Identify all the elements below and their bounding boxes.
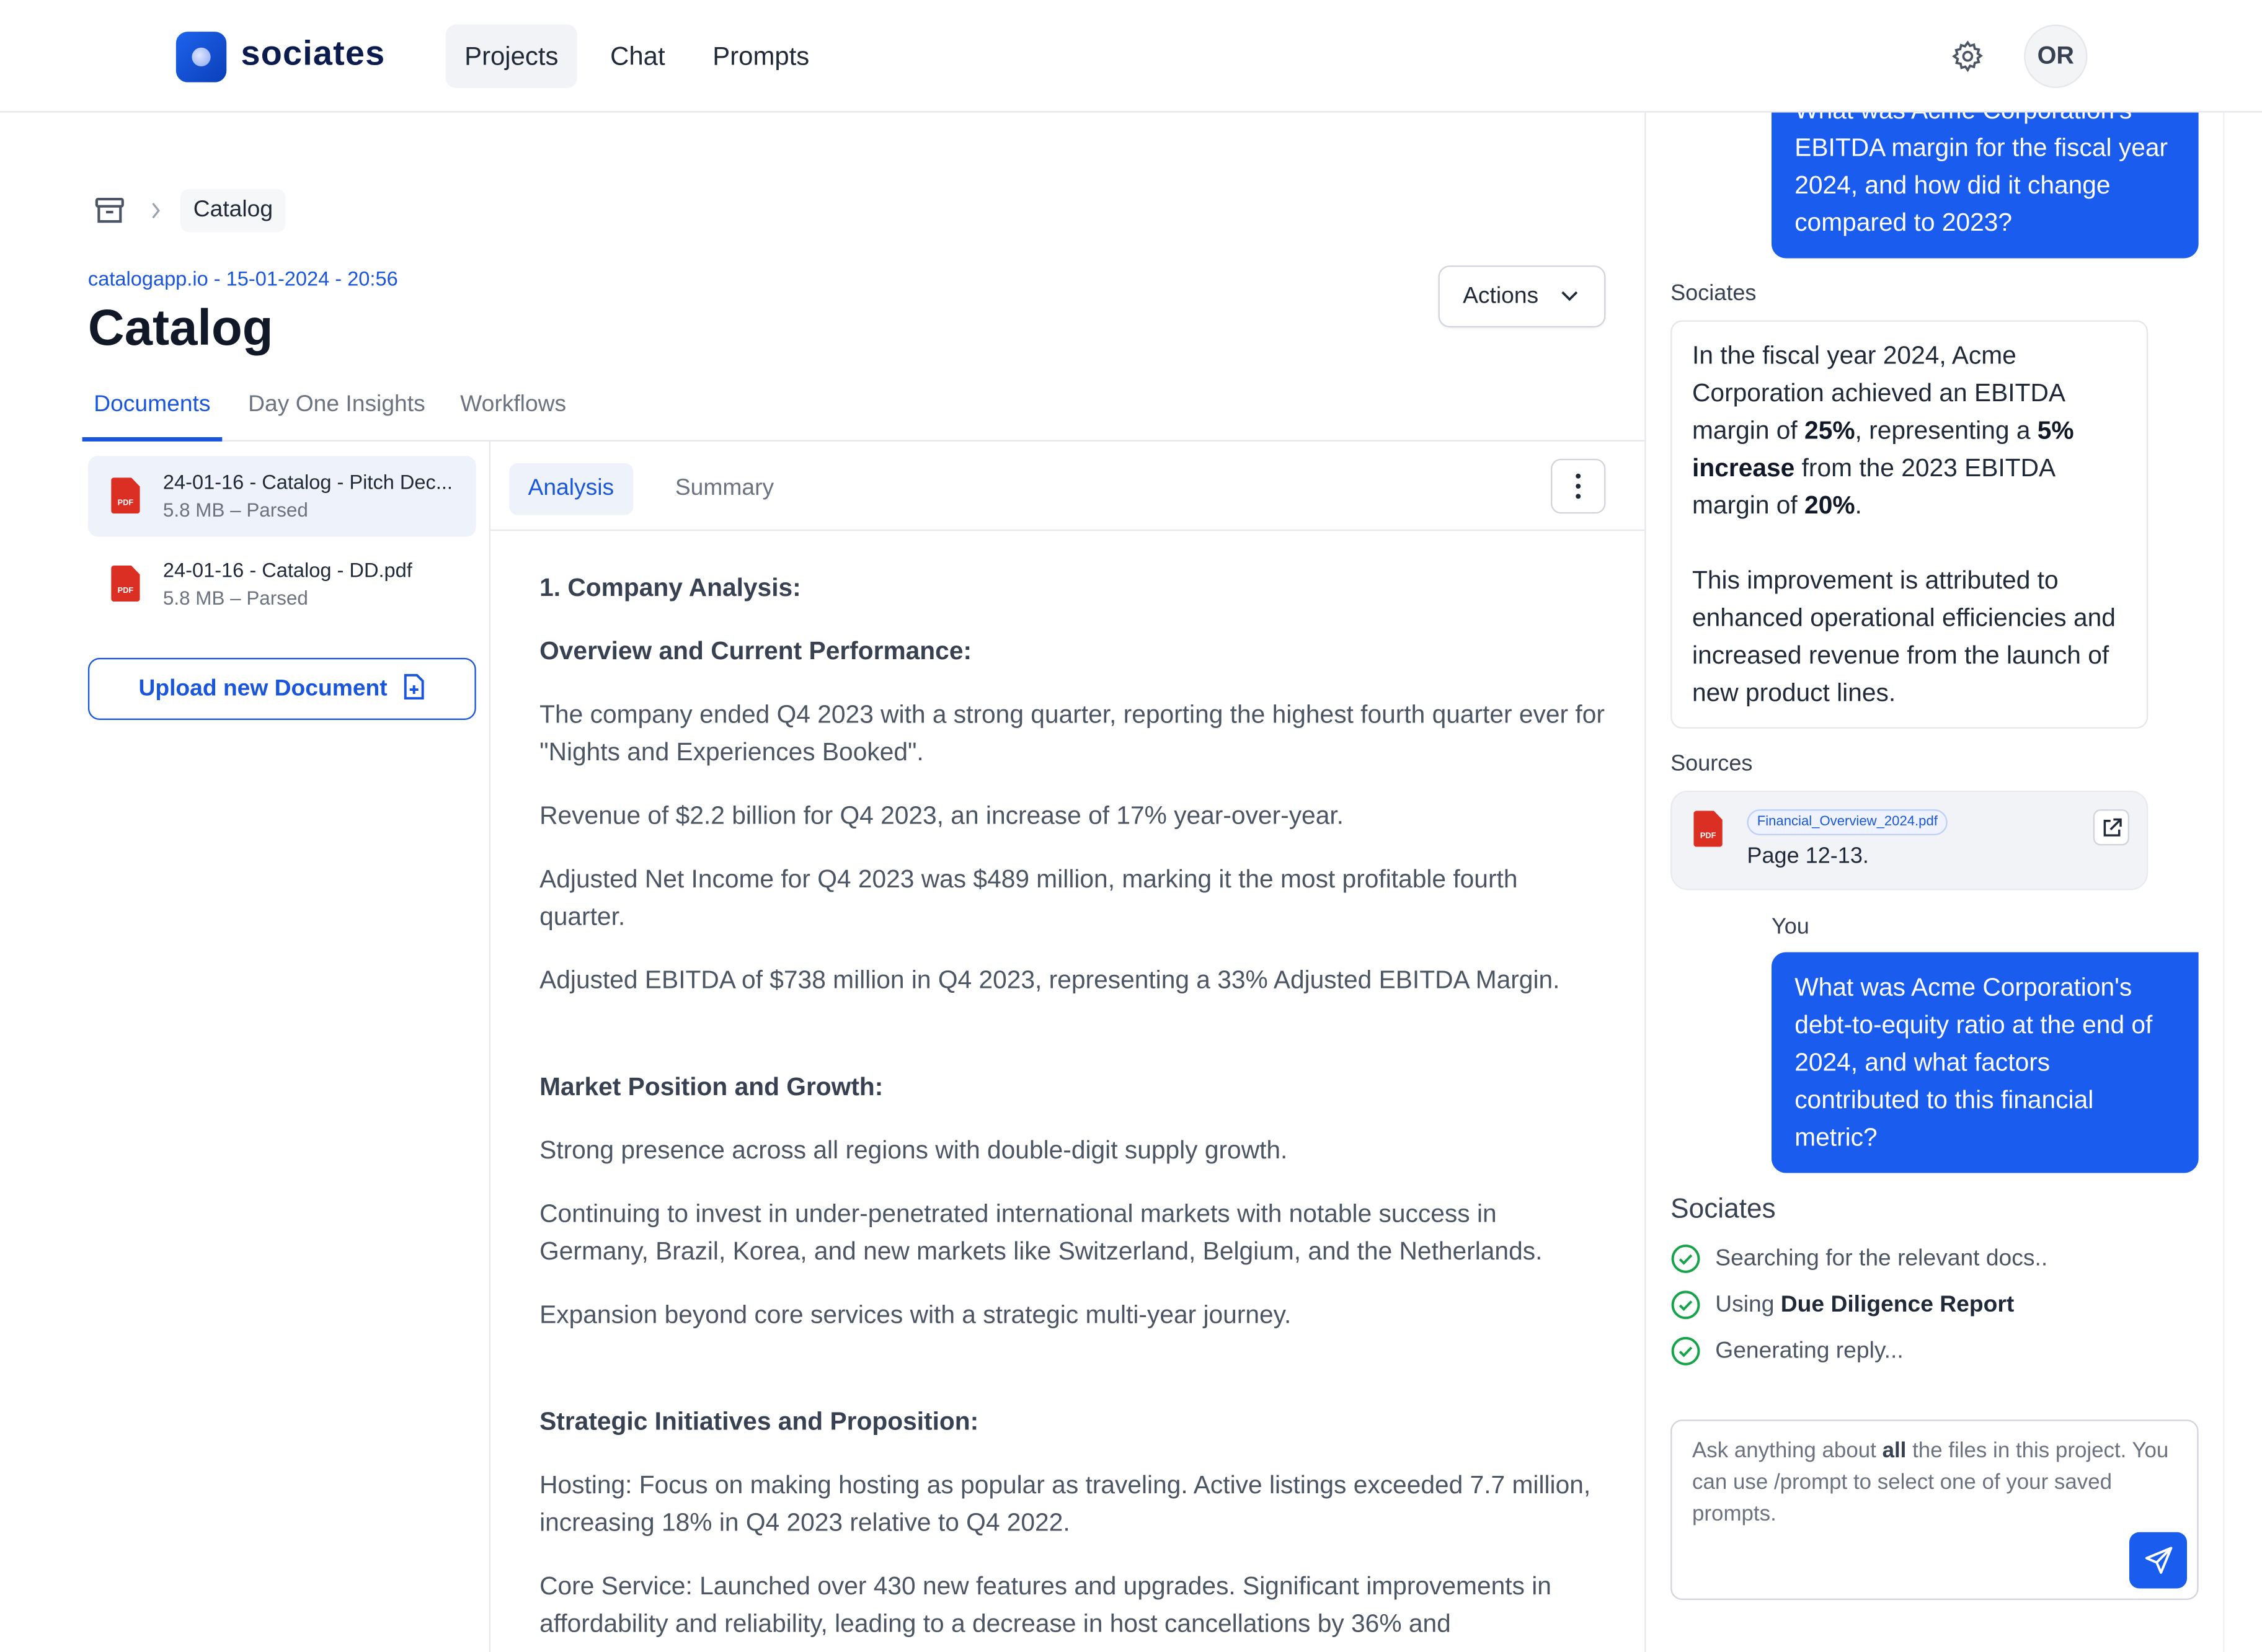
sociates-logo-icon[interactable] xyxy=(175,32,227,82)
panel-divider xyxy=(489,441,491,1652)
pdf-file-icon: PDF xyxy=(111,565,140,602)
tab-analysis[interactable]: Analysis xyxy=(509,463,633,515)
chat-panel-divider xyxy=(1644,112,1646,1652)
chat-panel-border xyxy=(2223,112,2225,1652)
kebab-menu-icon xyxy=(1576,473,1581,499)
section-heading: 1. Company Analysis: xyxy=(539,572,801,602)
pdf-file-icon: PDF xyxy=(111,477,140,514)
check-circle-icon xyxy=(1671,1336,1700,1366)
content-divider xyxy=(489,529,1645,531)
section-subheading: Overview and Current Performance: xyxy=(539,636,972,665)
analysis-content: 1. Company Analysis: Overview and Curren… xyxy=(539,569,1607,1652)
paragraph: Core Service: Launched over 430 new feat… xyxy=(539,1571,1551,1638)
progress-step: Using Due Diligence Report xyxy=(1670,1290,2014,1320)
paragraph: Hosting: Focus on making hosting as popu… xyxy=(539,1470,1591,1537)
archive-icon[interactable] xyxy=(94,196,125,225)
tabs-divider xyxy=(87,440,1645,442)
tab-documents[interactable]: Documents xyxy=(94,393,210,419)
response-paragraph: This improvement is attributed to enhanc… xyxy=(1692,565,2116,707)
tab-day-one-insights[interactable]: Day One Insights xyxy=(248,393,425,419)
tab-workflows[interactable]: Workflows xyxy=(460,393,566,419)
source-file-chip[interactable]: Financial_Overview_2024.pdf xyxy=(1747,809,1948,836)
project-subtitle: catalogapp.io - 15-01-2024 - 20:56 xyxy=(87,267,398,290)
progress-step: Generating reply... xyxy=(1670,1336,1904,1366)
check-circle-icon xyxy=(1671,1290,1700,1320)
active-tab-indicator xyxy=(82,437,223,442)
open-source-button[interactable] xyxy=(2093,809,2129,846)
assistant-label: Sociates xyxy=(1670,1194,1776,1225)
paragraph: Expansion beyond core services with a st… xyxy=(539,1300,1292,1329)
nav-chat[interactable]: Chat xyxy=(592,25,684,88)
paragraph: Revenue of $2.2 billion for Q4 2023, an … xyxy=(539,801,1344,830)
nav-prompts[interactable]: Prompts xyxy=(694,25,828,88)
document-name: 24-01-16 - Catalog - DD.pdf xyxy=(162,558,412,582)
assistant-message: In the fiscal year 2024, Acme Corporatio… xyxy=(1670,320,2149,729)
check-circle-icon xyxy=(1671,1244,1700,1273)
paragraph: The company ended Q4 2023 with a strong … xyxy=(539,699,1605,766)
sources-label: Sources xyxy=(1670,752,1753,776)
chevron-down-icon xyxy=(1561,291,1578,301)
source-card[interactable]: PDF Financial_Overview_2024.pdf Page 12-… xyxy=(1670,790,2149,890)
paragraph: Continuing to invest in under-penetrated… xyxy=(539,1199,1543,1266)
more-options-button[interactable] xyxy=(1551,458,1606,514)
user-message: What was Acme Corporation's debt-to-equi… xyxy=(1771,952,2199,1173)
actions-label: Actions xyxy=(1463,284,1539,309)
document-item[interactable]: PDF 24-01-16 - Catalog - DD.pdf 5.8 MB –… xyxy=(88,544,476,624)
you-label: You xyxy=(1771,915,1809,939)
settings-gear-icon[interactable] xyxy=(1950,39,1985,74)
nav-projects[interactable]: Projects xyxy=(445,24,577,88)
document-meta: 5.8 MB – Parsed xyxy=(162,587,308,609)
source-page: Page 12-13. xyxy=(1747,844,1869,869)
assistant-label: Sociates xyxy=(1670,281,1757,306)
file-plus-icon xyxy=(404,673,424,700)
chat-input[interactable]: Ask anything about all the files in this… xyxy=(1670,1419,2199,1601)
chevron-right-icon xyxy=(152,203,161,219)
section-subheading: Market Position and Growth: xyxy=(539,1072,884,1101)
actions-dropdown-button[interactable]: Actions xyxy=(1438,265,1606,328)
external-link-icon xyxy=(2103,818,2122,837)
section-subheading: Strategic Initiatives and Proposition: xyxy=(539,1406,979,1436)
tab-summary[interactable]: Summary xyxy=(657,463,793,515)
paragraph: Adjusted EBITDA of $738 million in Q4 20… xyxy=(539,965,1560,994)
paragraph: Adjusted Net Income for Q4 2023 was $489… xyxy=(539,864,1518,931)
document-item[interactable]: PDF 24-01-16 - Catalog - Pitch Dec... 5.… xyxy=(87,456,476,537)
document-meta: 5.8 MB – Parsed xyxy=(162,499,308,521)
breadcrumb-current[interactable]: Catalog xyxy=(180,189,286,233)
document-name: 24-01-16 - Catalog - Pitch Dec... xyxy=(162,470,453,494)
send-icon xyxy=(2145,1547,2173,1574)
response-paragraph: In the fiscal year 2024, Acme Corporatio… xyxy=(1692,340,2074,520)
page-title: Catalog xyxy=(87,300,273,357)
send-button[interactable] xyxy=(2129,1532,2188,1589)
brand-name: sociates xyxy=(241,34,386,74)
pdf-file-icon: PDF xyxy=(1693,810,1723,847)
upload-document-button[interactable]: Upload new Document xyxy=(87,657,476,720)
app-root: sociates Projects Chat Prompts OR Catalo… xyxy=(0,0,2262,1652)
paragraph: Strong presence across all regions with … xyxy=(539,1135,1288,1165)
user-avatar[interactable]: OR xyxy=(2024,24,2088,88)
upload-label: Upload new Document xyxy=(138,677,388,701)
progress-step: Searching for the relevant docs.. xyxy=(1670,1243,2047,1274)
